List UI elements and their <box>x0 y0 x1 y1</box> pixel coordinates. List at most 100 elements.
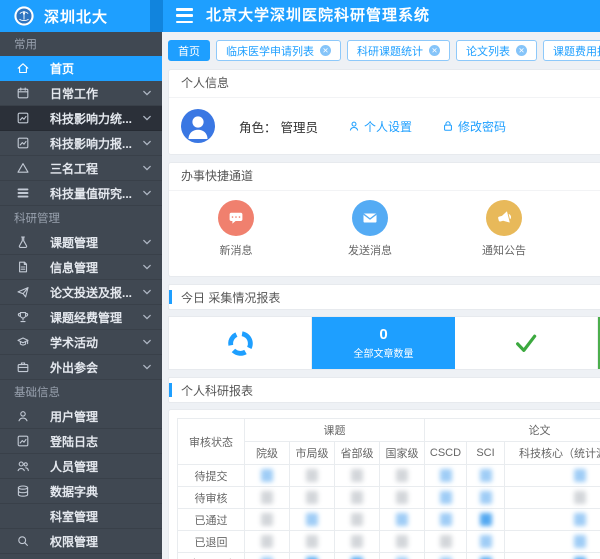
sidebar-item[interactable]: 科室管理 <box>0 504 162 529</box>
blurred-count-value[interactable] <box>480 491 492 504</box>
sidebar-nav: 常用首页日常工作科技影响力统...科技影响力报...三名工程科技量值研究...科… <box>0 32 162 559</box>
tab[interactable]: 课题费用报表✕ <box>543 40 600 61</box>
chevron-down-icon <box>142 237 152 247</box>
blurred-count-value[interactable] <box>574 513 586 526</box>
quick-item[interactable]: 新消息 <box>169 200 303 276</box>
quick-item-label: 发送消息 <box>348 242 392 258</box>
tab[interactable]: 论文列表 ✕ <box>456 40 537 61</box>
personal-settings-link[interactable]: 个人设置 <box>348 118 412 135</box>
sidebar-item[interactable]: 信息管理 <box>0 255 162 280</box>
blurred-count-value[interactable] <box>440 491 452 504</box>
sidebar-item[interactable]: 权限管理 <box>0 529 162 554</box>
content-area: 首页临床医学申请列表✕科研课题统计✕论文列表✕课题费用报表✕用户列表✕ 个人信息… <box>162 32 600 559</box>
chart-icon <box>16 434 30 448</box>
sidebar-item[interactable]: 论文投送及报... <box>0 280 162 305</box>
sidebar-item[interactable]: 学术活动 <box>0 330 162 355</box>
blurred-count-value[interactable] <box>440 469 452 482</box>
sidebar-item[interactable]: 科技影响力报... <box>0 131 162 156</box>
role-text: 角色：管理员 <box>239 117 318 136</box>
sidebar-item[interactable]: 课题管理 <box>0 230 162 255</box>
sidebar-item-label: 科技量值研究... <box>50 185 142 202</box>
blurred-count-value <box>261 513 273 526</box>
table-cell <box>467 509 505 531</box>
blurred-count-value <box>396 469 408 482</box>
blurred-count-value[interactable] <box>306 513 318 526</box>
table-cell <box>380 553 425 559</box>
tab-close-icon[interactable]: ✕ <box>320 45 331 56</box>
tab-close-icon[interactable]: ✕ <box>429 45 440 56</box>
quick-item[interactable]: 通知公告 <box>437 200 571 276</box>
article-count-value: 0 <box>379 326 387 343</box>
sidebar-item[interactable]: 课题经费管理 <box>0 305 162 330</box>
hamburger-menu-icon[interactable] <box>176 8 193 23</box>
sidebar-item-label: 登陆日志 <box>50 433 152 450</box>
sidebar-item[interactable]: 人员管理 <box>0 454 162 479</box>
tab[interactable]: 科研课题统计✕ <box>347 40 450 61</box>
row-label: 已退回 <box>178 531 245 553</box>
sidebar-item-label: 权限管理 <box>50 533 152 550</box>
topbar: 深圳北大 北京大学深圳医院科研管理系统 <box>0 0 600 32</box>
blurred-count-value <box>351 535 363 548</box>
stat-success-box <box>455 317 598 369</box>
doc-icon <box>16 260 30 274</box>
table-cell <box>335 531 380 553</box>
lock-icon <box>442 120 454 132</box>
blurred-count-value[interactable] <box>440 513 452 526</box>
change-password-link[interactable]: 修改密码 <box>442 118 506 135</box>
home-icon <box>16 61 30 75</box>
table-cell <box>335 465 380 487</box>
blurred-count-value[interactable] <box>574 535 586 548</box>
blurred-count-value[interactable] <box>261 469 273 482</box>
tab-label: 论文列表 <box>466 43 510 59</box>
quick-item-label: 通知公告 <box>482 242 526 258</box>
sidebar-item[interactable]: 科技量值研究... <box>0 181 162 206</box>
table-cell <box>245 487 290 509</box>
table-cell <box>335 553 380 559</box>
table-cell <box>505 487 600 509</box>
tab-label: 课题费用报表 <box>553 43 600 59</box>
stat-article-count-box[interactable]: 0 全部文章数量 <box>312 317 455 369</box>
sidebar-item[interactable]: 登陆日志 <box>0 429 162 454</box>
blurred-count-value[interactable] <box>574 469 586 482</box>
table-cell <box>290 465 335 487</box>
collect-report-strip: 0 全部文章数量 <box>168 316 600 370</box>
blurred-count-value[interactable] <box>480 513 492 526</box>
blurred-count-value[interactable] <box>480 469 492 482</box>
table-cell <box>380 509 425 531</box>
sidebar-item[interactable]: 外出参会 <box>0 355 162 380</box>
tab[interactable]: 临床医学申请列表✕ <box>216 40 341 61</box>
row-label: 待审核 <box>178 487 245 509</box>
tab-close-icon[interactable]: ✕ <box>516 45 527 56</box>
blurred-count-value[interactable] <box>396 513 408 526</box>
list-icon <box>16 186 30 200</box>
table-cell <box>245 509 290 531</box>
sidebar-item[interactable]: 三名工程 <box>0 156 162 181</box>
mail-icon <box>352 200 388 236</box>
tab[interactable]: 首页 <box>168 40 210 61</box>
stat-loading-box <box>169 317 312 369</box>
blurred-count-value[interactable] <box>480 535 492 548</box>
chevron-down-icon <box>142 262 152 272</box>
logo-area: 深圳北大 <box>0 0 150 32</box>
sidebar-item[interactable]: 日常工作 <box>0 81 162 106</box>
sidebar-item[interactable]: 首页 <box>0 56 162 81</box>
table-row: 自动通过 <box>178 553 600 559</box>
blurred-count-value <box>306 535 318 548</box>
sidebar-item-label: 外出参会 <box>50 359 142 376</box>
blurred-count-value <box>306 469 318 482</box>
blurred-count-value <box>261 491 273 504</box>
user-icon <box>16 409 30 423</box>
quick-item[interactable]: 发送消息 <box>303 200 437 276</box>
table-row: 已退回 <box>178 531 600 553</box>
blurred-count-value <box>440 535 452 548</box>
person-icon <box>348 120 360 132</box>
briefcase-icon <box>16 360 30 374</box>
magnifier-icon <box>16 534 30 548</box>
sidebar-item[interactable]: 科技影响力统... <box>0 106 162 131</box>
panel-research-table: 审核状态课题论文院级市局级省部级国家级CSCDSCI科技核心（统计源）期刊待提交… <box>168 409 600 559</box>
sidebar-item-label: 三名工程 <box>50 160 142 177</box>
quick-channels-body: 新消息发送消息 通知公告 <box>169 191 600 276</box>
send-icon <box>16 285 30 299</box>
sidebar-item[interactable]: 数据字典 <box>0 479 162 504</box>
sidebar-item[interactable]: 用户管理 <box>0 404 162 429</box>
